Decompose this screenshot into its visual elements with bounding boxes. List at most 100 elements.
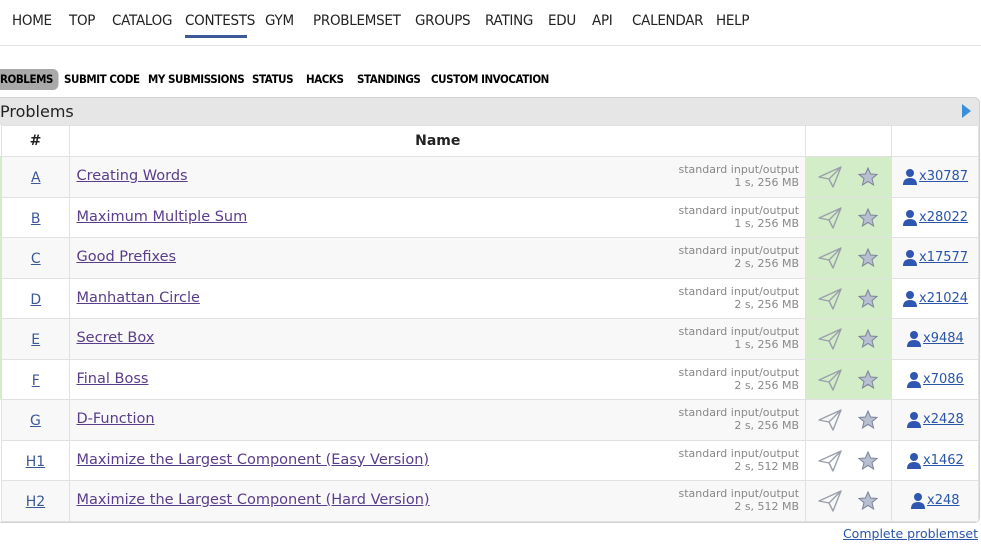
- io-type: standard input/output: [678, 284, 800, 298]
- star-icon[interactable]: [857, 450, 879, 474]
- problem-id-link[interactable]: H2: [26, 494, 45, 510]
- send-icon[interactable]: [818, 409, 842, 435]
- problem-name-cell: Maximize the Largest Component (Easy Ver…: [69, 439, 807, 481]
- nav-item-edu[interactable]: EDU: [548, 13, 576, 29]
- problem-id-cell: F: [0, 358, 71, 400]
- star-icon[interactable]: [857, 490, 879, 514]
- problem-id-link[interactable]: H1: [26, 454, 45, 470]
- nav-item-contests[interactable]: CONTESTS: [185, 13, 255, 29]
- problem-limits: standard input/output 2 s, 256 MB: [679, 366, 800, 392]
- problem-actions-cell: [805, 439, 893, 481]
- send-icon[interactable]: [818, 449, 842, 476]
- problem-title-link[interactable]: Maximize the Largest Component (Hard Ver…: [76, 492, 429, 508]
- solved-count-link[interactable]: x248: [927, 493, 960, 508]
- problem-title-link[interactable]: Secret Box: [76, 330, 154, 346]
- nav-item-groups[interactable]: GROUPS: [415, 13, 471, 29]
- problem-id-link[interactable]: A: [31, 170, 41, 186]
- send-icon[interactable]: [818, 368, 842, 395]
- problem-id-link[interactable]: D: [30, 292, 41, 308]
- io-type: standard input/output: [678, 244, 800, 257]
- solved-count-link[interactable]: x7086: [923, 372, 964, 387]
- table-row: D Manhattan Circle standard input/output 2 …: [0, 277, 979, 319]
- table-row: H1 Maximize the Largest Component (Easy V…: [0, 439, 979, 481]
- star-icon[interactable]: [857, 247, 879, 271]
- nav-item-gym[interactable]: GYM: [265, 13, 294, 29]
- problem-actions-cell: [805, 480, 893, 522]
- user-icon: [902, 249, 918, 271]
- time-memory-limit: 2 s, 256 MB: [734, 378, 800, 392]
- complete-problemset-link[interactable]: Complete problemset: [843, 526, 978, 541]
- problem-limits: standard input/output 2 s, 512 MB: [679, 487, 800, 513]
- subnav-roblems[interactable]: ROBLEMS: [0, 69, 59, 90]
- problem-title-link[interactable]: Creating Words: [76, 168, 187, 184]
- problems-box: Problems # Name A Creating Words standard …: [0, 97, 980, 523]
- send-icon[interactable]: [818, 287, 842, 314]
- solved-count-link[interactable]: x1462: [923, 453, 964, 468]
- star-icon[interactable]: [857, 328, 879, 352]
- problem-name-cell: Good Prefixes standard input/output 2 s, 2…: [69, 237, 807, 279]
- problem-id-link[interactable]: C: [31, 251, 41, 267]
- solved-count-link[interactable]: x9484: [923, 331, 964, 346]
- problem-title-link[interactable]: Good Prefixes: [76, 249, 176, 265]
- subnav-standings[interactable]: STANDINGS: [357, 72, 421, 86]
- header-solved: [891, 125, 979, 157]
- send-icon[interactable]: [818, 247, 842, 273]
- nav-item-rating[interactable]: RATING: [485, 13, 533, 29]
- send-icon[interactable]: [818, 166, 842, 192]
- problem-title-link[interactable]: Maximum Multiple Sum: [76, 209, 247, 225]
- star-icon[interactable]: [857, 288, 879, 312]
- triangle-right-icon[interactable]: [962, 104, 971, 118]
- problem-name-cell: Maximum Multiple Sum standard input/outpu…: [69, 196, 807, 238]
- star-icon[interactable]: [857, 207, 879, 231]
- solved-count-link[interactable]: x17577: [919, 250, 968, 265]
- problem-id-cell: A: [0, 156, 71, 198]
- send-icon[interactable]: [818, 206, 842, 233]
- io-type: standard input/output: [678, 365, 800, 379]
- problem-limits: standard input/output 2 s, 256 MB: [679, 244, 800, 270]
- subnav-hacks[interactable]: HACKS: [306, 72, 344, 86]
- problem-limits: standard input/output 2 s, 256 MB: [679, 285, 800, 311]
- nav-item-api[interactable]: API: [592, 13, 613, 29]
- time-memory-limit: 1 s, 256 MB: [734, 176, 800, 189]
- header-name: Name: [69, 125, 807, 157]
- star-icon[interactable]: [857, 409, 879, 433]
- io-type: standard input/output: [678, 487, 800, 500]
- problem-title-link[interactable]: Maximize the Largest Component (Easy Ver…: [76, 452, 429, 468]
- nav-item-help[interactable]: HELP: [716, 13, 749, 29]
- time-memory-limit: 2 s, 512 MB: [734, 500, 800, 513]
- problem-title-link[interactable]: Final Boss: [76, 371, 148, 387]
- nav-item-calendar[interactable]: CALENDAR: [632, 13, 704, 29]
- send-icon[interactable]: [818, 490, 842, 516]
- problem-id-link[interactable]: G: [30, 413, 41, 429]
- subnav-submit-code[interactable]: SUBMIT CODE: [64, 72, 140, 86]
- table-row: B Maximum Multiple Sum standard input/outp…: [0, 196, 979, 238]
- nav-item-home[interactable]: HOME: [12, 13, 52, 29]
- problem-limits: standard input/output 1 s, 256 MB: [679, 163, 800, 189]
- subnav-custom-invocation[interactable]: CUSTOM INVOCATION: [431, 72, 549, 86]
- send-icon[interactable]: [818, 328, 842, 354]
- problem-id-link[interactable]: E: [31, 332, 40, 348]
- solved-count-link[interactable]: x30787: [919, 169, 968, 184]
- subnav-my-submissions[interactable]: MY SUBMISSIONS: [148, 72, 245, 86]
- problem-id-link[interactable]: F: [32, 373, 40, 389]
- solved-count-link[interactable]: x2428: [923, 412, 964, 427]
- solved-count-link[interactable]: x28022: [919, 210, 968, 225]
- io-type: standard input/output: [678, 446, 800, 460]
- problem-id-link[interactable]: B: [31, 211, 41, 227]
- problem-name-cell: D-Function standard input/output 2 s, 256 …: [69, 399, 807, 441]
- nav-item-top[interactable]: TOP: [69, 13, 95, 29]
- problem-actions-cell: [805, 156, 893, 198]
- problem-title-link[interactable]: D-Function: [76, 411, 154, 427]
- io-type: standard input/output: [678, 325, 800, 338]
- problem-title-link[interactable]: Manhattan Circle: [76, 290, 199, 306]
- active-tab-underline: [185, 35, 247, 38]
- nav-item-catalog[interactable]: CATALOG: [112, 13, 172, 29]
- io-type: standard input/output: [678, 163, 800, 176]
- problem-name-cell: Creating Words standard input/output 1 s, …: [69, 156, 807, 198]
- star-icon[interactable]: [857, 369, 879, 393]
- nav-item-problemset[interactable]: PROBLEMSET: [313, 13, 401, 29]
- subnav-status[interactable]: STATUS: [252, 72, 294, 86]
- star-icon[interactable]: [857, 166, 879, 190]
- solved-count-link[interactable]: x21024: [919, 291, 968, 306]
- problem-solved-cell: x28022: [891, 196, 979, 238]
